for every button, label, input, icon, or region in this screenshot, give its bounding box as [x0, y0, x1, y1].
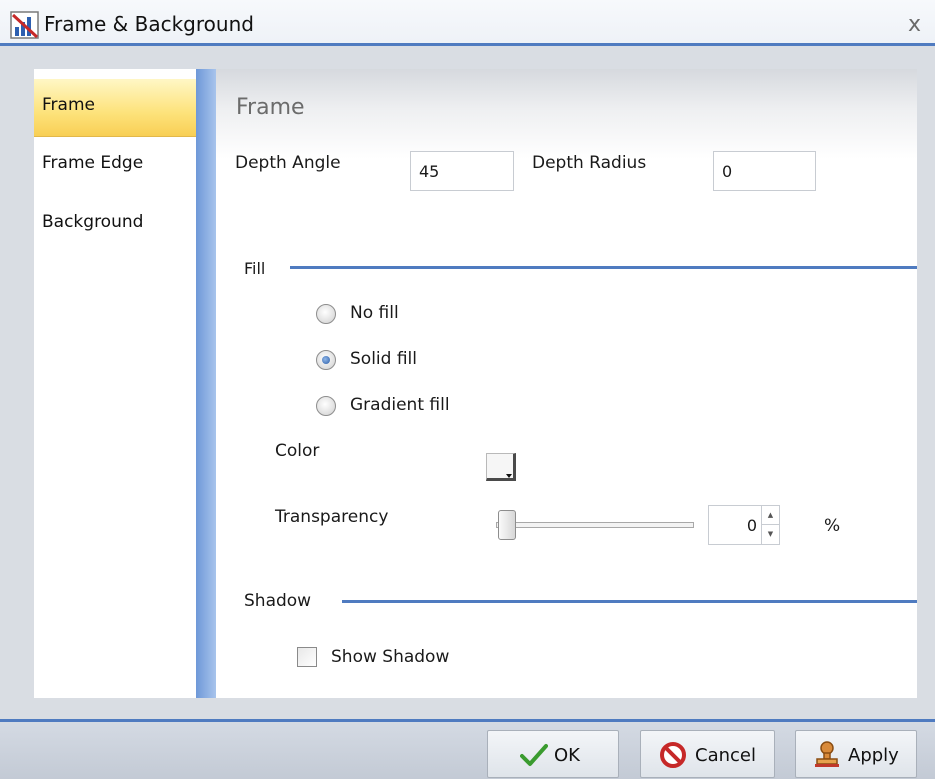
stamp-icon [815, 741, 839, 767]
title-bar: Frame & Background x [0, 0, 935, 46]
sidebar-item-label: Frame Edge [42, 153, 144, 173]
panel-title: Frame [236, 95, 305, 120]
fill-section-divider [290, 266, 917, 269]
checkmark-icon [520, 744, 548, 766]
shadow-section-divider [342, 600, 917, 603]
ok-button-label: OK [554, 745, 580, 766]
cancel-icon [660, 742, 686, 768]
sidebar-item-label: Frame [42, 95, 95, 115]
cancel-button-label: Cancel [695, 745, 756, 766]
cancel-button[interactable]: Cancel [640, 730, 775, 778]
radio-label: No fill [350, 303, 399, 323]
chart-icon [10, 11, 39, 39]
button-bar: OK Cancel Apply [0, 722, 935, 779]
transparency-label: Transparency [275, 507, 389, 527]
depth-angle-input[interactable]: 45 [410, 151, 514, 191]
radio-unchecked[interactable] [316, 304, 336, 324]
show-shadow-checkbox[interactable] [297, 647, 317, 667]
frame-settings-panel: Frame Depth Angle 45 Depth Radius 0 Fill… [216, 69, 917, 698]
sidebar-divider [196, 69, 216, 698]
ok-button[interactable]: OK [487, 730, 619, 778]
dropdown-arrow-icon [506, 474, 512, 478]
sidebar-item-frame-edge[interactable]: Frame Edge [34, 137, 196, 195]
frame-background-dialog: Frame & Background x Frame Frame Edge Ba… [0, 0, 935, 779]
percent-unit-label: % [824, 516, 841, 536]
fill-section-label: Fill [244, 259, 266, 278]
sidebar-item-label: Background [42, 212, 144, 232]
sidebar-nav: Frame Frame Edge Background [34, 69, 196, 698]
sidebar-item-background[interactable]: Background [34, 196, 196, 254]
radio-label: Solid fill [350, 349, 417, 369]
transparency-slider-track[interactable] [496, 522, 694, 528]
spin-up-icon[interactable]: ▲ [761, 506, 779, 525]
radio-checked[interactable] [316, 350, 336, 370]
show-shadow-label[interactable]: Show Shadow [331, 647, 449, 667]
transparency-spinner[interactable]: 0 ▲ ▼ [708, 505, 780, 545]
transparency-value[interactable]: 0 [747, 516, 757, 535]
depth-angle-label: Depth Angle [235, 153, 341, 173]
dialog-title: Frame & Background [44, 12, 254, 36]
radio-label: Gradient fill [350, 395, 450, 415]
shadow-section-label: Shadow [244, 591, 312, 611]
apply-button-label: Apply [848, 745, 899, 766]
spin-down-icon[interactable]: ▼ [761, 525, 779, 544]
apply-button[interactable]: Apply [795, 730, 917, 778]
color-label: Color [275, 441, 320, 461]
close-icon[interactable]: x [908, 14, 921, 36]
depth-radius-label: Depth Radius [532, 153, 647, 173]
sidebar-item-frame[interactable]: Frame [34, 79, 196, 137]
color-picker-button[interactable] [486, 453, 520, 483]
radio-unchecked[interactable] [316, 396, 336, 416]
depth-radius-input[interactable]: 0 [713, 151, 816, 191]
transparency-slider-thumb[interactable] [498, 510, 516, 540]
